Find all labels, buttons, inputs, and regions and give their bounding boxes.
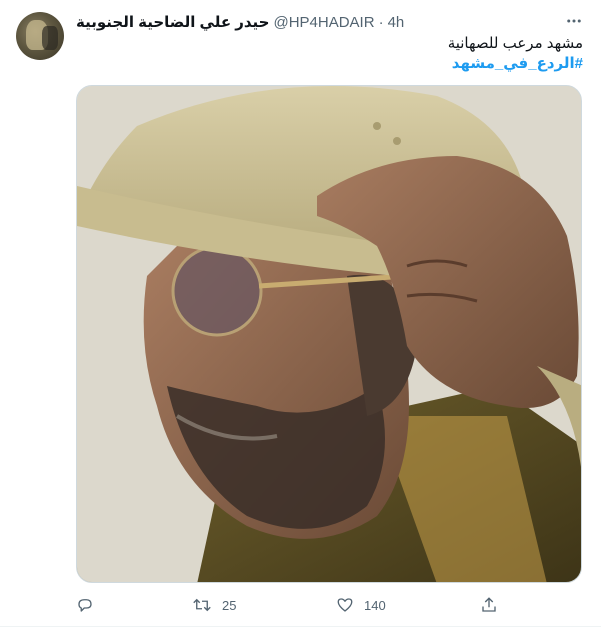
like-button[interactable]: 140	[336, 594, 386, 616]
more-dots-icon	[567, 19, 581, 23]
tweet-text-line: مشهد مرعب للصهانية	[447, 35, 583, 52]
retweet-button[interactable]: 25	[192, 594, 236, 616]
reply-icon	[78, 599, 92, 612]
share-icon	[482, 597, 496, 612]
tweet-header: حيدر علي الضاحية الجنوبية @HP4HADAIR · 4…	[76, 12, 585, 32]
separator-dot: ·	[378, 13, 384, 31]
retweet-icon	[193, 598, 211, 612]
retweet-count: 25	[222, 597, 237, 613]
reply-button[interactable]	[76, 594, 104, 616]
heart-icon	[337, 598, 353, 612]
author-handle[interactable]: @HP4HADAIR	[273, 14, 374, 31]
tweet-actions: 25 140	[76, 594, 506, 616]
profile-avatar[interactable]	[16, 12, 64, 60]
like-count: 140	[364, 597, 386, 613]
share-button[interactable]	[480, 594, 508, 616]
hashtag-link[interactable]: #الردع_في_مشهد	[76, 54, 583, 74]
author-display-name[interactable]: حيدر علي الضاحية الجنوبية	[76, 13, 269, 31]
photo-illustration	[77, 86, 581, 582]
more-icon[interactable]	[563, 10, 585, 32]
avatar-shade	[42, 26, 58, 50]
tweet-timestamp[interactable]: 4h	[388, 14, 405, 31]
tweet-text: مشهد مرعب للصهانية #الردع_في_مشهد	[76, 34, 583, 74]
tweet-photo[interactable]	[76, 85, 582, 583]
tweet-card[interactable]: حيدر علي الضاحية الجنوبية @HP4HADAIR · 4…	[0, 0, 601, 627]
